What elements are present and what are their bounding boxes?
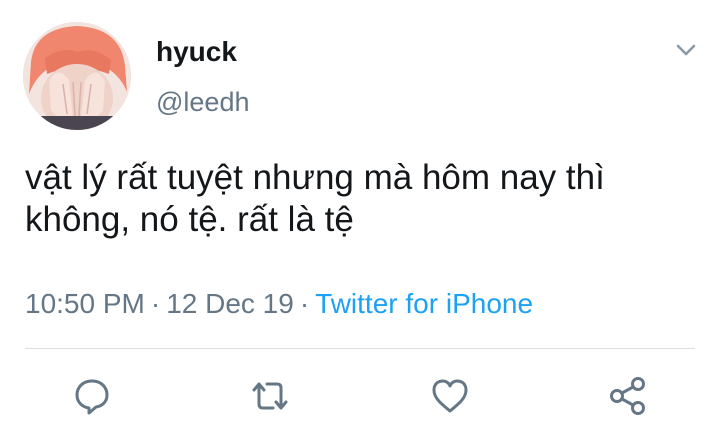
share-button[interactable] xyxy=(606,374,650,418)
display-name[interactable]: hyuck xyxy=(156,36,237,68)
tweet-time: 10:50 PM xyxy=(25,288,145,319)
heart-icon xyxy=(432,379,468,413)
share-icon xyxy=(610,377,645,415)
avatar-image xyxy=(23,22,131,130)
chevron-down-icon[interactable] xyxy=(672,38,700,62)
divider xyxy=(25,348,695,349)
reply-button[interactable] xyxy=(70,374,114,418)
like-button[interactable] xyxy=(428,374,472,418)
retweet-button[interactable] xyxy=(248,374,292,418)
avatar[interactable] xyxy=(23,22,131,130)
user-handle[interactable]: @leedh xyxy=(156,86,249,118)
tweet-card: hyuck @leedh vật lý rất tuyệt nhưng mà h… xyxy=(0,0,720,448)
meta-separator: · xyxy=(150,288,161,319)
meta-separator: · xyxy=(299,288,310,319)
retweet-icon xyxy=(252,382,288,410)
tweet-text: vật lý rất tuyệt nhưng mà hôm nay thì kh… xyxy=(25,158,605,239)
reply-icon xyxy=(75,379,109,415)
tweet-source-link[interactable]: Twitter for iPhone xyxy=(315,288,533,319)
tweet-date: 12 Dec 19 xyxy=(166,288,294,319)
tweet-meta: 10:50 PM · 12 Dec 19 · Twitter for iPhone xyxy=(25,287,533,321)
